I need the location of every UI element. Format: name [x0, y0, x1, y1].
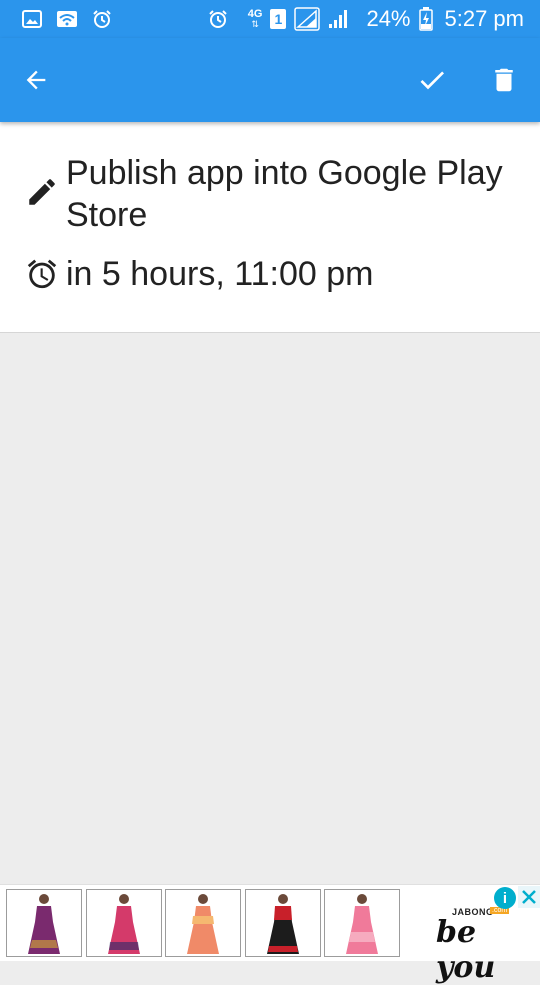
- back-button[interactable]: [8, 38, 64, 122]
- alarm-icon: [208, 9, 228, 29]
- task-card: Publish app into Google Play Store in 5 …: [0, 122, 540, 333]
- reminder-text[interactable]: in 5 hours, 11:00 pm: [66, 253, 373, 295]
- ad-product-thumbnail[interactable]: [245, 889, 321, 957]
- trash-icon: [489, 65, 519, 95]
- task-title[interactable]: Publish app into Google Play Store: [66, 152, 506, 236]
- network-type-icon: 4G ⇅: [247, 8, 263, 29]
- status-bar-right: 4G ⇅ 1 24% 5:27 pm: [208, 0, 524, 38]
- battery-charging-icon: [418, 7, 433, 31]
- arrow-back-icon: [22, 66, 50, 94]
- app-bar: [0, 38, 540, 122]
- sim-slot-icon: 1: [270, 9, 287, 29]
- signal-icon: [328, 9, 348, 29]
- close-icon[interactable]: [518, 886, 540, 908]
- check-icon: [416, 64, 448, 96]
- alarm-icon: [92, 9, 112, 29]
- sim-slot-label: 1: [274, 11, 283, 27]
- image-icon: [22, 10, 42, 28]
- delete-button[interactable]: [476, 38, 532, 122]
- ad-product-thumbnail[interactable]: [86, 889, 162, 957]
- battery-percent: 24%: [366, 6, 411, 31]
- done-button[interactable]: [404, 38, 460, 122]
- ad-product-thumbnail[interactable]: [6, 889, 82, 957]
- signal-icon: [294, 7, 321, 31]
- ad-banner[interactable]: JABONG .com be you i: [0, 884, 540, 985]
- pencil-icon: [24, 174, 60, 210]
- status-bar: 4G ⇅ 1 24% 5:27 pm: [0, 0, 540, 38]
- ad-brand-tagline: be you: [436, 915, 496, 985]
- ad-product-thumbnail[interactable]: [165, 889, 241, 957]
- info-icon[interactable]: i: [494, 887, 516, 909]
- wifi-icon: [56, 10, 78, 28]
- status-time: 5:27 pm: [444, 6, 525, 31]
- ad-product-thumbnail[interactable]: [324, 889, 400, 957]
- alarm-clock-icon: [24, 256, 60, 292]
- status-bar-left: [22, 0, 112, 38]
